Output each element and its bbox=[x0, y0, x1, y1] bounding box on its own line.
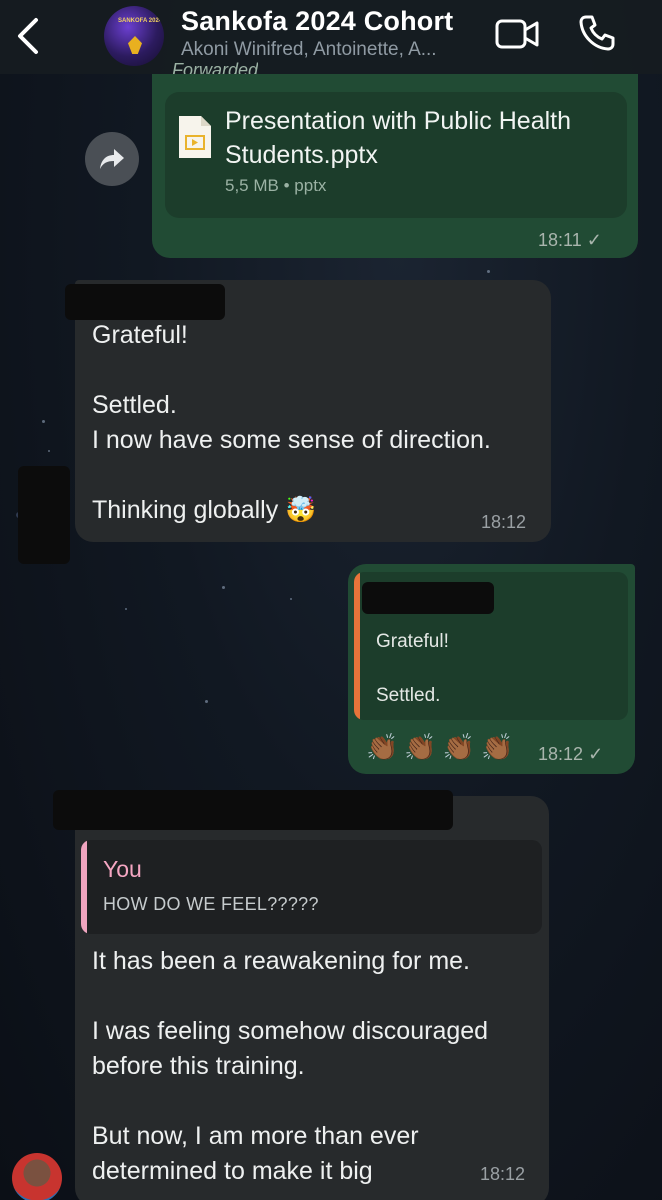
reply-preview-card[interactable]: You HOW DO WE FEEL????? bbox=[81, 840, 542, 934]
background-star bbox=[222, 586, 225, 589]
reply-preview-text: HOW DO WE FEEL????? bbox=[103, 894, 319, 914]
quoted-text: Grateful! Settled. bbox=[376, 631, 449, 706]
chat-title-block[interactable]: Sankofa 2024 Cohort Akoni Winifred, Anto… bbox=[181, 6, 481, 61]
chat-title: Sankofa 2024 Cohort bbox=[181, 6, 454, 36]
message-text: Grateful! Settled. I now have some sense… bbox=[92, 321, 491, 524]
phone-icon bbox=[579, 15, 615, 51]
message-text: It has been a reawakening for me. I was … bbox=[92, 947, 489, 1185]
voice-call-button[interactable] bbox=[576, 12, 618, 54]
chevron-left-icon bbox=[18, 18, 38, 54]
time-text: 18:11 bbox=[538, 230, 582, 250]
background-star bbox=[290, 598, 292, 600]
forward-arrow-icon bbox=[100, 149, 124, 169]
document-card[interactable]: Presentation with Public Health Students… bbox=[165, 92, 627, 218]
document-meta: 5,5 MB • pptx bbox=[225, 176, 326, 196]
forward-button[interactable] bbox=[85, 132, 139, 186]
chat-members: Akoni Winifred, Antoinette, A... bbox=[181, 39, 437, 60]
reply-author: You bbox=[103, 856, 142, 882]
redacted-sender-avatar bbox=[18, 466, 70, 564]
reply-accent-bar bbox=[81, 840, 87, 934]
incoming-text-message[interactable]: Grateful! Settled. I now have some sense… bbox=[65, 280, 551, 542]
video-call-button[interactable] bbox=[494, 16, 540, 52]
message-time: 18:12 bbox=[480, 1164, 526, 1184]
redacted-sender-name bbox=[65, 284, 225, 320]
document-file-name: Presentation with Public Health Students… bbox=[225, 107, 572, 169]
time-text: 18:12 bbox=[538, 744, 584, 764]
quoted-message-card[interactable]: Grateful! Settled. bbox=[354, 572, 628, 720]
message-time: 18:12 ✓ bbox=[538, 744, 603, 765]
background-star bbox=[42, 420, 45, 423]
video-camera-icon bbox=[495, 19, 539, 49]
sent-check-icon: ✓ bbox=[588, 744, 604, 764]
presentation-file-icon bbox=[179, 116, 211, 158]
meta-separator: • bbox=[283, 176, 295, 195]
sent-check-icon: ✓ bbox=[586, 230, 602, 250]
message-time: 18:12 bbox=[481, 512, 527, 532]
document-file-size: 5,5 MB bbox=[225, 176, 279, 195]
background-star bbox=[48, 450, 50, 452]
document-file-type: pptx bbox=[294, 176, 327, 195]
redacted-quoted-author bbox=[362, 582, 494, 614]
sender-avatar[interactable] bbox=[12, 1153, 62, 1200]
background-star bbox=[125, 608, 127, 610]
quote-accent-bar bbox=[354, 572, 360, 720]
group-logo-icon bbox=[128, 36, 142, 54]
background-star bbox=[487, 270, 490, 273]
redacted-sender-name bbox=[53, 790, 453, 830]
group-avatar[interactable]: SANKOFA 2024 bbox=[104, 6, 164, 66]
background-star bbox=[205, 700, 208, 703]
chat-header: SANKOFA 2024 Sankofa 2024 Cohort Akoni W… bbox=[0, 0, 662, 74]
back-button[interactable] bbox=[10, 14, 46, 58]
clapping-emoji-row: 👏🏾👏🏾👏🏾👏🏾 bbox=[366, 732, 520, 762]
forwarded-label: Forwarded bbox=[172, 60, 259, 74]
message-time: 18:11 ✓ bbox=[538, 230, 602, 251]
group-avatar-caption: SANKOFA 2024 bbox=[118, 18, 163, 24]
